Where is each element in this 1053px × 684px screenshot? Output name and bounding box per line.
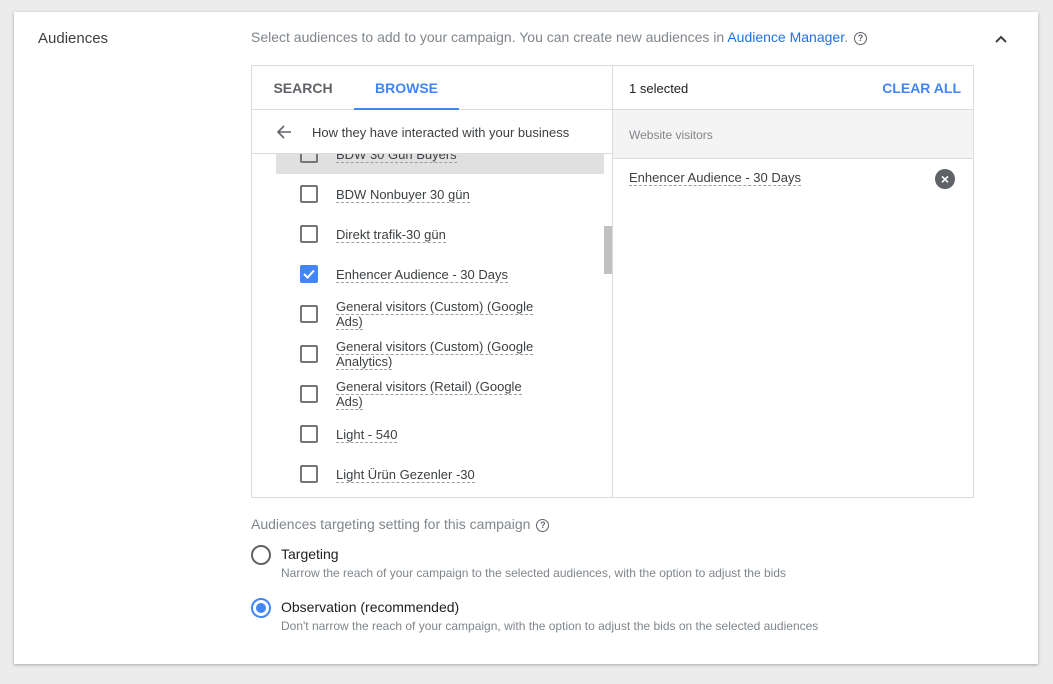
checkbox[interactable] [300, 345, 318, 363]
checkbox[interactable] [300, 265, 318, 283]
checkbox[interactable] [300, 425, 318, 443]
targeting-heading: Audiences targeting setting for this cam… [251, 516, 550, 532]
section-description: Select audiences to add to your campaign… [251, 29, 867, 45]
audience-manager-link[interactable]: Audience Manager [727, 29, 844, 45]
selected-item: Enhencer Audience - 30 Days × [613, 159, 973, 199]
targeting-radio[interactable] [251, 545, 271, 565]
list-item[interactable]: Light Ürün Gezenler -30 [276, 454, 604, 494]
selected-header: 1 selected CLEAR ALL [613, 66, 973, 110]
section-title: Audiences [38, 30, 109, 47]
list-item-label: Enhencer Audience - 30 Days [336, 267, 508, 283]
list-item[interactable]: General visitors (Retail) (Google Ads) [276, 374, 604, 414]
group-label: Website visitors [629, 128, 713, 142]
checkbox[interactable] [300, 465, 318, 483]
checkbox[interactable] [300, 225, 318, 243]
list-item[interactable]: BDW Nonbuyer 30 gün [276, 174, 604, 214]
selected-count: 1 selected [629, 81, 689, 96]
selected-column: 1 selected CLEAR ALL Website visitors En… [613, 66, 973, 497]
list-item-label: General visitors (Retail) (Google Ads) [336, 379, 522, 410]
list-item-label: General visitors (Custom) (Google Ads) [336, 299, 534, 330]
list-item[interactable]: General visitors (Custom) (Google Analyt… [276, 334, 604, 374]
browse-column: SEARCH BROWSE How they have interacted w… [252, 66, 613, 497]
tab-browse[interactable]: BROWSE [354, 66, 459, 110]
targeting-description: Narrow the reach of your campaign to the… [281, 566, 786, 580]
checkbox[interactable] [300, 185, 318, 203]
selected-item-label: Enhencer Audience - 30 Days [629, 170, 801, 186]
selected-group: Website visitors [613, 110, 973, 159]
list-item[interactable]: Enhencer Audience - 30 Days [276, 254, 604, 294]
list-item[interactable]: BDW 30 Gün Buyers [276, 154, 604, 174]
list-item-label: BDW 30 Gün Buyers [336, 154, 546, 163]
audience-list: BDW 30 Gün Buyers BDW Nonbuyer 30 gün Dire… [252, 154, 612, 497]
scrollbar[interactable] [604, 226, 612, 274]
help-icon[interactable]: ? [536, 519, 550, 532]
audiences-card: Audiences Select audiences to add to you… [14, 12, 1038, 664]
clear-all-button[interactable]: CLEAR ALL [882, 80, 961, 96]
back-arrow-icon[interactable] [276, 124, 292, 140]
checkbox[interactable] [300, 305, 318, 323]
observation-description: Don't narrow the reach of your campaign,… [281, 619, 819, 633]
targeting-label: Targeting [281, 546, 339, 562]
list-item-label: BDW Nonbuyer 30 gün [336, 187, 470, 203]
checkbox[interactable] [300, 154, 318, 163]
chevron-up-icon[interactable] [994, 32, 1008, 46]
help-icon[interactable]: ? [853, 32, 867, 45]
breadcrumb-label: How they have interacted with your busin… [312, 125, 570, 140]
list-item-label: General visitors (Custom) (Google Analyt… [336, 339, 534, 370]
observation-radio[interactable] [251, 598, 271, 618]
tab-search[interactable]: SEARCH [252, 66, 354, 110]
list-item[interactable]: Direkt trafik-30 gün [276, 214, 604, 254]
list-item-label: Direkt trafik-30 gün [336, 227, 446, 243]
remove-icon[interactable]: × [935, 169, 955, 189]
observation-label: Observation (recommended) [281, 599, 460, 615]
check-icon [303, 269, 315, 279]
list-item-label: Light - 540 [336, 427, 398, 443]
checkbox[interactable] [300, 385, 318, 403]
list-item-label: Light Ürün Gezenler -30 [336, 467, 475, 483]
list-item[interactable]: General visitors (Custom) (Google Ads) [276, 294, 604, 334]
tab-bar: SEARCH BROWSE [252, 66, 612, 110]
audience-picker: SEARCH BROWSE How they have interacted w… [251, 65, 974, 498]
list-item[interactable]: Light - 540 [276, 414, 604, 454]
breadcrumb: How they have interacted with your busin… [252, 110, 612, 154]
